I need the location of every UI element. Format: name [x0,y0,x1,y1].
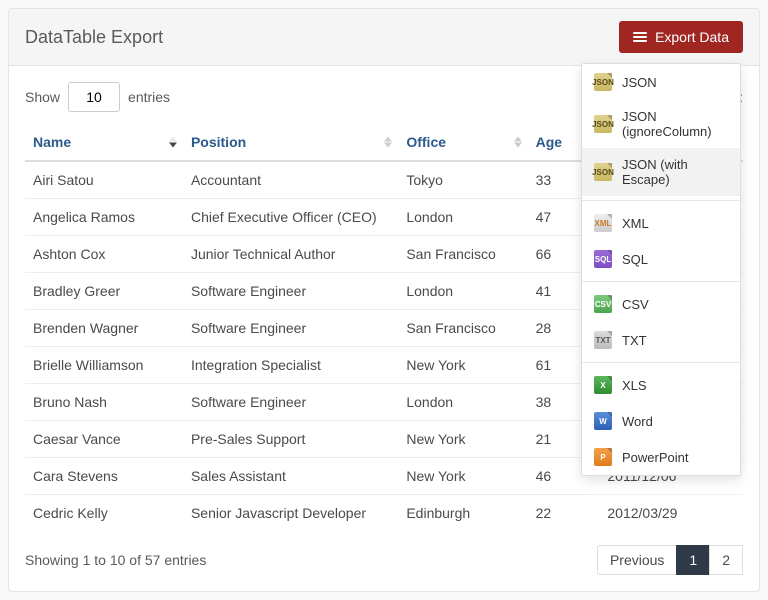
cell-office: New York [398,347,527,384]
json-file-icon: JSON [594,115,612,133]
cell-start: 2012/03/29 [599,495,743,532]
cell-position: Software Engineer [183,384,398,421]
cell-name: Ashton Cox [25,236,183,273]
export-option-label: SQL [622,252,648,267]
cell-position: Software Engineer [183,310,398,347]
cell-office: Tokyo [398,161,527,199]
sort-icon [169,137,177,148]
cell-position: Integration Specialist [183,347,398,384]
export-option-json[interactable]: JSON JSON [582,64,740,100]
cell-position: Junior Technical Author [183,236,398,273]
cell-office: London [398,273,527,310]
column-header-label: Position [191,134,246,150]
xml-file-icon: XML [594,214,612,232]
cell-position: Senior Javascript Developer [183,495,398,532]
cell-name: Cara Stevens [25,458,183,495]
xls-file-icon: X [594,376,612,394]
show-entries-pre: Show [25,89,60,105]
export-option-xml[interactable]: XML XML [582,205,740,241]
export-option-json-ignorecolumn-[interactable]: JSON JSON (ignoreColumn) [582,100,740,148]
cell-name: Caesar Vance [25,421,183,458]
panel: DataTable Export Export Data Show entrie… [8,8,760,592]
export-data-button[interactable]: Export Data [619,21,743,53]
export-option-label: XML [622,216,649,231]
column-header-label: Age [536,134,562,150]
cell-name: Bradley Greer [25,273,183,310]
cell-name: Bruno Nash [25,384,183,421]
table-footer: Showing 1 to 10 of 57 entries Previous12 [25,545,743,575]
csv-file-icon: CSV [594,295,612,313]
export-option-label: JSON (with Escape) [622,157,728,187]
export-option-label: JSON [622,75,657,90]
cell-office: London [398,199,527,236]
column-header-name[interactable]: Name [25,124,183,161]
export-option-label: XLS [622,378,647,393]
word-file-icon: W [594,412,612,430]
cell-office: Edinburgh [398,495,527,532]
export-option-label: PowerPoint [622,450,688,465]
export-option-label: TXT [622,333,647,348]
table-row: Cedric KellySenior Javascript DeveloperE… [25,495,743,532]
cell-office: New York [398,458,527,495]
cell-position: Accountant [183,161,398,199]
export-option-sql[interactable]: SQL SQL [582,241,740,277]
json-file-icon: JSON [594,163,612,181]
cell-position: Pre-Sales Support [183,421,398,458]
hamburger-icon [633,32,647,43]
cell-office: San Francisco [398,310,527,347]
ppt-file-icon: P [594,448,612,466]
export-option-txt[interactable]: TXT TXT [582,322,740,358]
panel-title: DataTable Export [25,27,163,48]
export-option-json-with-escape-[interactable]: JSON JSON (with Escape) [582,148,740,196]
show-entries-post: entries [128,89,170,105]
column-header-position[interactable]: Position [183,124,398,161]
export-option-label: Word [622,414,653,429]
cell-name: Angelica Ramos [25,199,183,236]
cell-name: Airi Satou [25,161,183,199]
export-option-label: CSV [622,297,649,312]
json-file-icon: JSON [594,73,612,91]
export-option-powerpoint[interactable]: P PowerPoint [582,439,740,475]
cell-age: 22 [528,495,600,532]
cell-name: Cedric Kelly [25,495,183,532]
cell-office: New York [398,421,527,458]
pagination: Previous12 [598,545,743,575]
menu-separator [582,281,740,282]
pagination-page-1[interactable]: 1 [676,545,710,575]
panel-header: DataTable Export Export Data [9,9,759,66]
cell-name: Brielle Williamson [25,347,183,384]
cell-office: San Francisco [398,236,527,273]
export-dropdown: JSONJSONJSONJSON (ignoreColumn)JSONJSON … [581,63,741,476]
export-button-label: Export Data [655,29,729,45]
cell-position: Software Engineer [183,273,398,310]
sql-file-icon: SQL [594,250,612,268]
export-option-word[interactable]: W Word [582,403,740,439]
column-header-label: Office [406,134,446,150]
sort-icon [514,137,522,148]
txt-file-icon: TXT [594,331,612,349]
cell-office: London [398,384,527,421]
pagination-previous[interactable]: Previous [597,545,677,575]
export-option-csv[interactable]: CSV CSV [582,286,740,322]
export-option-label: JSON (ignoreColumn) [622,109,728,139]
menu-separator [582,200,740,201]
menu-separator [582,362,740,363]
cell-position: Chief Executive Officer (CEO) [183,199,398,236]
entries-count-input[interactable] [68,82,120,112]
column-header-label: Name [33,134,71,150]
column-header-office[interactable]: Office [398,124,527,161]
pagination-page-2[interactable]: 2 [709,545,743,575]
sort-icon [384,137,392,148]
table-info: Showing 1 to 10 of 57 entries [25,552,206,568]
show-entries: Show entries [25,82,170,112]
cell-position: Sales Assistant [183,458,398,495]
export-option-xls[interactable]: X XLS [582,367,740,403]
cell-name: Brenden Wagner [25,310,183,347]
